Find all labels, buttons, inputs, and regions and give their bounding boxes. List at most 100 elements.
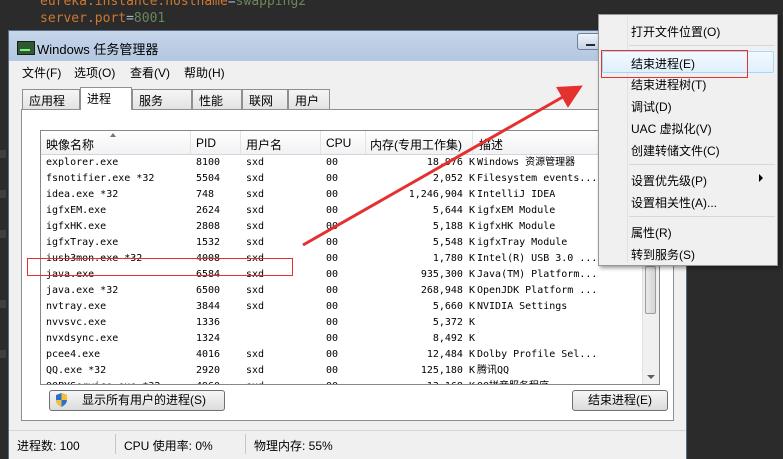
menu-separator (629, 45, 775, 46)
uac-shield-icon (56, 393, 67, 407)
process-pid-cell: 2808 (196, 221, 221, 232)
process-memory-cell: 5,660 K (432, 301, 475, 312)
process-pid-cell: 1324 (196, 333, 221, 344)
scrollbar-thumb[interactable] (645, 266, 656, 314)
process-cpu-cell: 00 (326, 301, 339, 312)
window-body: 应用程序 进程 服务 性能 联网 用户 映像名称 PID 用户名 CPU 内存(… (9, 82, 686, 430)
process-user-cell (246, 331, 324, 347)
process-name-cell: nvtray.exe (46, 301, 107, 312)
process-name-cell: java.exe *32 (46, 285, 119, 296)
status-process-count: 进程数: 100 (17, 439, 80, 453)
task-manager-window: Windows 任务管理器 文件(F) 选项(O) 查看(V) 帮助(H) 应用… (8, 30, 687, 459)
process-pid-cell: 4016 (196, 349, 221, 360)
process-pid-cell: 3844 (196, 301, 221, 312)
process-description-cell (477, 315, 607, 331)
process-row[interactable]: nvvsvc.exe 1336 00 5,372 K (41, 315, 645, 331)
menu-item-create-dump-file[interactable]: 创建转储文件(C) (631, 142, 720, 159)
menu-item-uac-virtualization[interactable]: UAC 虚拟化(V) (631, 120, 712, 137)
process-row[interactable]: nvtray.exe 3844 sxd 00 5,660 K NVIDIA Setting… (41, 299, 645, 315)
process-description-cell: Windows 资源管理器 (477, 157, 576, 168)
tab-services[interactable]: 服务 (132, 89, 192, 109)
process-user-cell: sxd (246, 301, 265, 312)
process-memory-cell: 5,372 K (432, 317, 475, 328)
process-row[interactable]: igfxHK.exe 2808 sxd 00 5,188 KigfxHK Module (41, 219, 645, 235)
tab-processes[interactable]: 进程 (80, 87, 132, 110)
process-pid-cell: 2624 (196, 205, 221, 216)
status-divider (245, 434, 246, 454)
menu-item-debug[interactable]: 调试(D) (631, 98, 672, 115)
tab-networking[interactable]: 联网 (242, 89, 288, 109)
menu-item-go-to-service[interactable]: 转到服务(S) (631, 246, 695, 263)
process-user-cell: sxd (246, 157, 265, 168)
process-name-cell: nvxdsync.exe (46, 333, 119, 344)
process-row[interactable]: explorer.exe 8100 sxd 00 18,976 K Windows 资源管… (41, 155, 645, 171)
process-row[interactable]: QQPYService.exe *32 4960sxd00 13,168 KQQ拼音… (41, 379, 645, 384)
column-header-cpu[interactable]: CPU (321, 131, 366, 154)
menu-item-open-file-location[interactable]: 打开文件位置(O) (631, 23, 720, 40)
process-row[interactable]: nvxdsync.exe 1324 00 8,492 K (41, 331, 645, 347)
process-name-cell: QQPYService.exe *32 (46, 379, 191, 384)
menu-separator (629, 164, 775, 165)
process-memory-cell: 8,492 K (432, 333, 475, 344)
process-name-cell: igfxHK.exe (46, 221, 107, 232)
process-row[interactable]: idea.exe *32 748 sxd 00 1,246,904 K IntelliJ … (41, 187, 645, 203)
process-memory-cell: 268,948 K (420, 285, 475, 296)
process-user-cell (246, 315, 324, 331)
gutter-mark (0, 190, 6, 198)
menu-item-set-priority[interactable]: 设置优先级(P) (631, 172, 707, 189)
process-name-cell: QQ.exe *32 (46, 365, 107, 376)
process-user-cell: sxd (246, 379, 324, 384)
process-pid-cell: 2920 (196, 365, 221, 376)
process-row[interactable]: QQ.exe *32 2920 sxd 00 125,180 K 腾讯QQ (41, 363, 645, 379)
menu-help[interactable]: 帮助(H) (184, 64, 225, 81)
annotation-box-java-row (27, 258, 293, 276)
gutter-mark (0, 300, 6, 308)
annotation-box-end-process (601, 50, 748, 78)
show-all-users-processes-button[interactable]: 显示所有用户的进程(S) (49, 390, 225, 411)
process-row[interactable]: fsnotifier.exe *32 5504 sxd 00 2,052 K Filesy… (41, 171, 645, 187)
tab-users[interactable]: 用户 (288, 89, 330, 109)
process-row[interactable]: igfxTray.exe 1532 sxd 00 5,548 KigfxTray Mod… (41, 235, 645, 251)
menu-file[interactable]: 文件(F) (22, 64, 61, 81)
process-user-cell: sxd (246, 237, 265, 248)
menu-item-set-affinity[interactable]: 设置相关性(A)... (631, 194, 717, 211)
tab-applications[interactable]: 应用程序 (22, 89, 80, 125)
process-memory-cell: 1,780 K (432, 253, 475, 264)
process-memory-cell: 935,300 K (420, 269, 475, 280)
process-pid-cell: 1336 (196, 317, 221, 328)
process-cpu-cell: 00 (326, 333, 339, 344)
process-name-cell: nvvsvc.exe (46, 317, 107, 328)
code-line-1: eureka.instance.hostname=swapping2 (40, 0, 307, 9)
tab-performance[interactable]: 性能 (192, 89, 242, 109)
menu-options[interactable]: 选项(O) (74, 64, 115, 81)
process-row[interactable]: java.exe *32 6500 sxd 00 268,948 K OpenJDK Pl… (41, 283, 645, 299)
process-description-cell: Filesystem events... (477, 173, 598, 184)
column-header-image-name[interactable]: 映像名称 (41, 131, 191, 154)
end-process-button[interactable]: 结束进程(E) (572, 390, 668, 411)
process-description-cell: Dolby Profile Sel... (477, 349, 598, 360)
show-all-users-label: 显示所有用户的进程(S) (82, 393, 206, 407)
process-name-cell: explorer.exe (46, 157, 119, 168)
process-description-cell: NVIDIA Settings (477, 301, 568, 312)
process-row[interactable]: igfxEM.exe 2624 sxd 00 5,644 KigfxEM Module (41, 203, 645, 219)
column-header-username[interactable]: 用户名 (241, 131, 321, 154)
process-name-cell: fsnotifier.exe *32 (46, 173, 155, 184)
task-manager-icon (17, 41, 35, 55)
process-row[interactable]: pcee4.exe 4016 sxd 00 12,484 K Dolby Profile … (41, 347, 645, 363)
menu-item-end-process-tree[interactable]: 结束进程树(T) (631, 76, 706, 93)
process-user-cell: sxd (246, 285, 265, 296)
process-description-cell: igfxTray Module (477, 237, 568, 248)
menu-separator (629, 216, 775, 217)
process-cpu-cell: 00 (326, 349, 339, 360)
column-header-memory[interactable]: 内存(专用工作集) (366, 131, 473, 154)
process-pid-cell: 6500 (196, 285, 221, 296)
menu-view[interactable]: 查看(V) (130, 64, 170, 81)
submenu-arrow-icon (759, 174, 763, 182)
scroll-down-arrow-icon[interactable] (647, 375, 655, 379)
menu-item-properties[interactable]: 属性(R) (631, 224, 672, 241)
process-memory-cell: 5,188 K (432, 221, 475, 232)
process-user-cell: sxd (246, 349, 265, 360)
column-header-pid[interactable]: PID (191, 131, 241, 154)
process-description-cell (477, 331, 607, 347)
title-bar[interactable]: Windows 任务管理器 (9, 31, 686, 61)
